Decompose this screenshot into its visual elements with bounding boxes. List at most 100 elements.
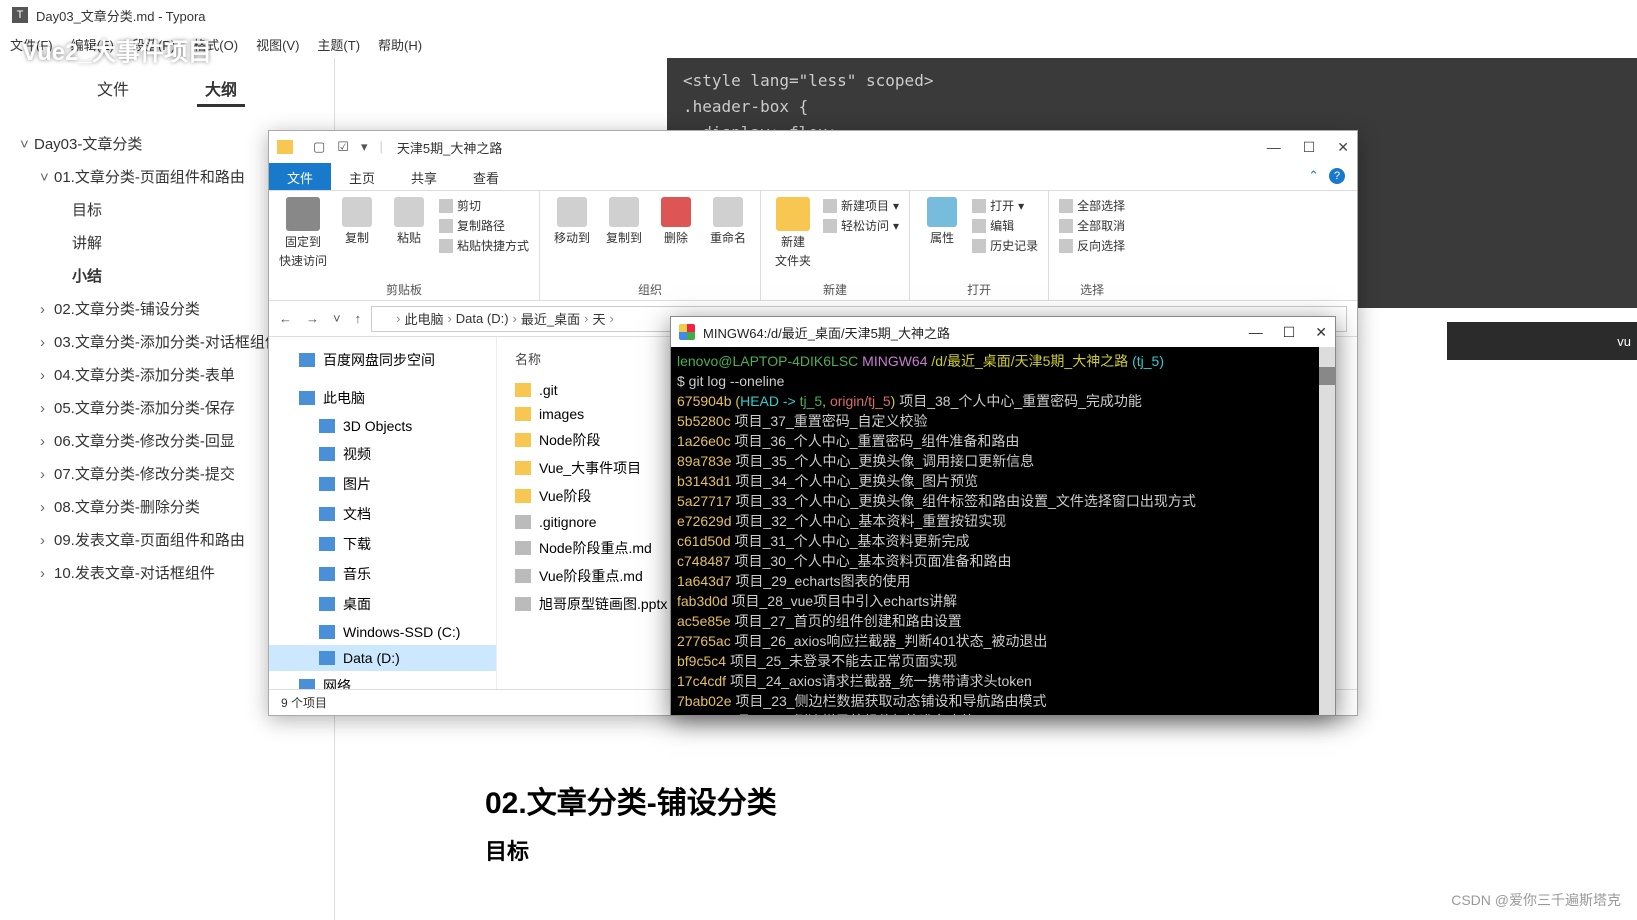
selectall-icon	[1059, 199, 1073, 213]
selectall-button[interactable]: 全部选择	[1059, 197, 1125, 214]
outline-label: 02.文章分类-铺设分类	[54, 301, 200, 318]
drive-icon	[319, 567, 335, 581]
invert-button[interactable]: 反向选择	[1059, 237, 1125, 254]
nav-item[interactable]: Data (D:)	[269, 645, 496, 671]
outline-label: 07.文章分类-修改分类-提交	[54, 466, 235, 483]
drive-icon	[319, 419, 335, 433]
qat-dropdown-icon[interactable]: ▾	[361, 139, 368, 155]
copyto-button[interactable]: 复制到	[602, 197, 646, 246]
menu-item[interactable]: 视图(V)	[256, 35, 299, 54]
nav-item[interactable]: 此电脑	[269, 383, 496, 413]
nav-item[interactable]: 下载	[269, 529, 496, 559]
nav-back-icon[interactable]: ←	[279, 311, 292, 326]
scrollbar-thumb[interactable]	[1319, 367, 1335, 385]
chevron-icon: ›	[40, 532, 50, 549]
ribbon-tab-file[interactable]: 文件	[269, 163, 331, 190]
crumb[interactable]: Data (D:)	[456, 311, 509, 326]
nav-item[interactable]: 文档	[269, 499, 496, 529]
outline-label: 10.发表文章-对话框组件	[54, 565, 215, 582]
history-button[interactable]: 历史记录	[972, 237, 1038, 254]
menu-item[interactable]: 主题(T)	[317, 35, 360, 54]
delete-button[interactable]: 删除	[654, 197, 698, 246]
nav-pane[interactable]: 百度网盘同步空间此电脑3D Objects视频图片文档下载音乐桌面Windows…	[269, 337, 497, 689]
sidebar-tab-files[interactable]: 文件	[89, 72, 137, 107]
nav-item[interactable]: 3D Objects	[269, 413, 496, 439]
overlay-text: Vue2_大事件项目	[22, 32, 212, 67]
properties-button[interactable]: 属性	[920, 197, 964, 246]
nav-up-icon[interactable]: ↑	[355, 311, 362, 326]
chevron-icon: ˅	[20, 136, 30, 153]
outline-label: 09.发表文章-页面组件和路由	[54, 532, 245, 549]
typora-titlebar: T Day03_文章分类.md - Typora	[0, 0, 1637, 30]
outline-label: 08.文章分类-删除分类	[54, 499, 200, 516]
nav-item[interactable]: 百度网盘同步空间	[269, 345, 496, 375]
outline-label: 01.文章分类-页面组件和路由	[54, 169, 245, 186]
nav-forward-icon[interactable]: →	[306, 311, 319, 326]
crumb[interactable]: 此电脑	[404, 309, 443, 328]
newfolder-button[interactable]: 新建文件夹	[771, 197, 815, 269]
ribbon-tab-view[interactable]: 查看	[455, 163, 517, 190]
folder-icon	[515, 383, 531, 397]
nav-item[interactable]: 音乐	[269, 559, 496, 589]
close-button[interactable]: ✕	[1337, 139, 1349, 156]
chevron-icon: ›	[40, 400, 50, 417]
drive-icon	[319, 537, 335, 551]
copy-path-button[interactable]: 复制路径	[439, 217, 529, 234]
rename-button[interactable]: 重命名	[706, 197, 750, 246]
ribbon-tab-share[interactable]: 共享	[393, 163, 455, 190]
explorer-titlebar[interactable]: ▢ ☑ ▾ | 天津5期_大神之路 — ☐ ✕	[269, 131, 1357, 163]
term-close-button[interactable]: ✕	[1315, 324, 1327, 341]
crumb[interactable]: 最近_桌面	[521, 309, 580, 328]
newitem-button[interactable]: 新建项目 ▾	[823, 197, 899, 214]
ribbon: 固定到快速访问 复制 粘贴 剪切 复制路径 粘贴快捷方式 剪贴板 移动到 复制到…	[269, 191, 1357, 301]
ribbon-tab-home[interactable]: 主页	[331, 163, 393, 190]
shortcut-icon	[439, 239, 453, 253]
qat-save-icon[interactable]: ▢	[313, 139, 325, 155]
file-icon	[515, 569, 531, 583]
content-heading-2: 02.文章分类-铺设分类	[485, 778, 777, 822]
chevron-icon: ›	[40, 499, 50, 516]
nav-item[interactable]: 桌面	[269, 589, 496, 619]
open-button[interactable]: 打开 ▾	[972, 197, 1038, 214]
easyaccess-icon	[823, 219, 837, 233]
nav-recent-icon[interactable]: ˅	[333, 311, 341, 326]
path-icon	[439, 219, 453, 233]
terminal-output[interactable]: lenovo@LAPTOP-4DIK6LSC MINGW64 /d/最近_桌面/…	[671, 347, 1335, 715]
typora-menubar[interactable]: 文件(F)编辑(E)段落(P)格式(O)视图(V)主题(T)帮助(H)	[0, 30, 1637, 58]
drive-icon	[319, 447, 335, 461]
pin-button[interactable]: 固定到快速访问	[279, 197, 327, 269]
menu-item[interactable]: 帮助(H)	[378, 35, 422, 54]
easyaccess-button[interactable]: 轻松访问 ▾	[823, 217, 899, 234]
moveto-button[interactable]: 移动到	[550, 197, 594, 246]
scrollbar[interactable]	[1319, 347, 1335, 715]
paste-shortcut-button[interactable]: 粘贴快捷方式	[439, 237, 529, 254]
nav-item[interactable]: 图片	[269, 469, 496, 499]
nav-item[interactable]: 视频	[269, 439, 496, 469]
help-icon[interactable]: ?	[1329, 168, 1345, 184]
selectnone-button[interactable]: 全部取消	[1059, 217, 1125, 234]
chevron-icon: ›	[40, 433, 50, 450]
folder-icon	[277, 140, 293, 154]
nav-item[interactable]: 网络	[269, 671, 496, 689]
chevron-icon: ›	[40, 334, 50, 351]
file-icon	[515, 541, 531, 555]
ribbon-collapse-icon[interactable]: ⌃	[1308, 168, 1319, 184]
crumb[interactable]: 天	[592, 309, 605, 328]
term-minimize-button[interactable]: —	[1249, 324, 1263, 341]
paste-button[interactable]: 粘贴	[387, 197, 431, 246]
edit-button[interactable]: 编辑	[972, 217, 1038, 234]
qat-check-icon[interactable]: ☑	[337, 139, 349, 155]
folder-icon	[515, 433, 531, 447]
edit-icon	[972, 219, 986, 233]
terminal-titlebar[interactable]: MINGW64:/d/最近_桌面/天津5期_大神之路 — ☐ ✕	[671, 317, 1335, 347]
sidebar-tab-outline[interactable]: 大纲	[197, 72, 245, 107]
file-icon	[515, 515, 531, 529]
terminal-window[interactable]: MINGW64:/d/最近_桌面/天津5期_大神之路 — ☐ ✕ lenovo@…	[670, 316, 1336, 716]
drive-icon	[299, 391, 315, 405]
cut-button[interactable]: 剪切	[439, 197, 529, 214]
copy-button[interactable]: 复制	[335, 197, 379, 246]
maximize-button[interactable]: ☐	[1303, 139, 1316, 156]
nav-item[interactable]: Windows-SSD (C:)	[269, 619, 496, 645]
term-maximize-button[interactable]: ☐	[1283, 324, 1296, 341]
minimize-button[interactable]: —	[1267, 139, 1281, 156]
